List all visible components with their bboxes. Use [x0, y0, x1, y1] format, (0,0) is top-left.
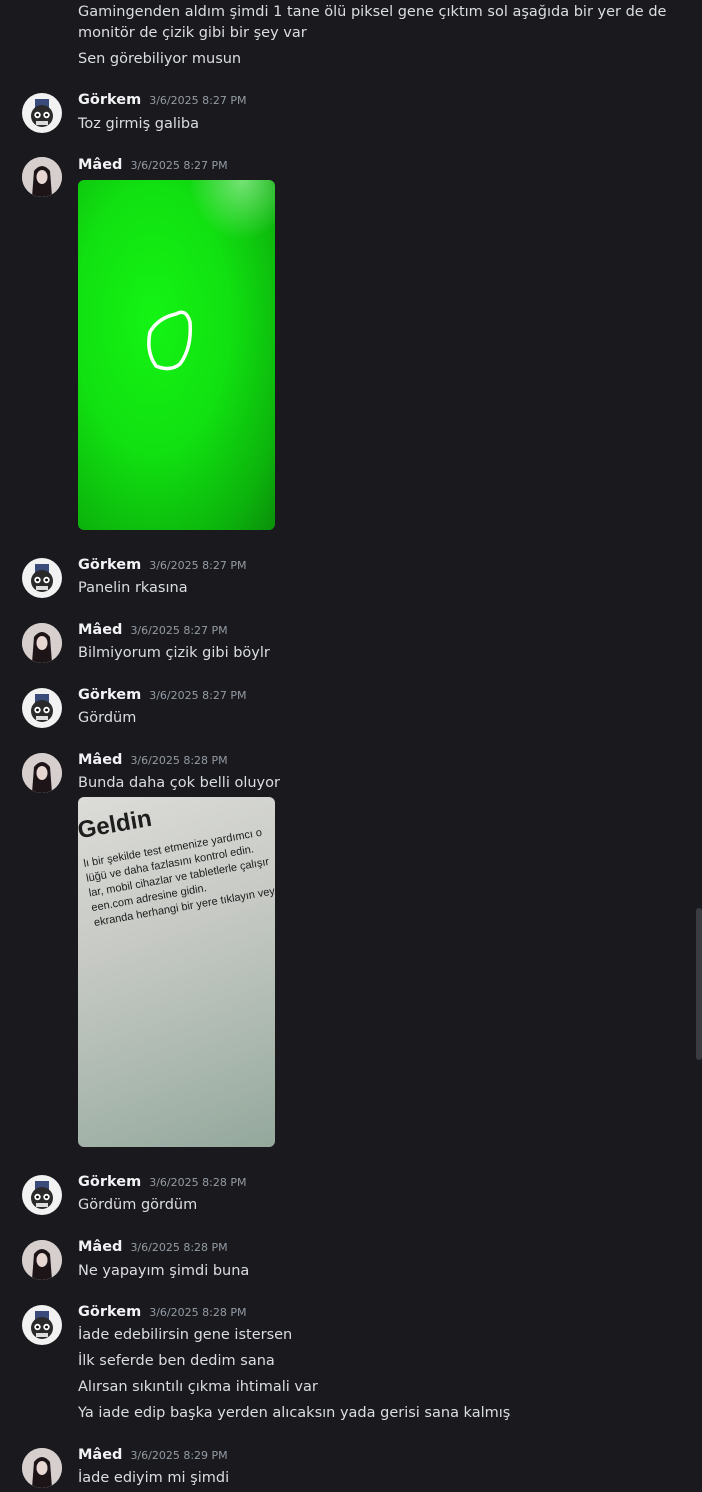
timestamp: 3/6/2025 8:27 PM [149, 559, 247, 572]
timestamp: 3/6/2025 8:29 PM [130, 1449, 228, 1462]
author-name[interactable]: Mâed [78, 1447, 122, 1463]
message-line: Gördüm [78, 710, 137, 726]
monitor-photo-image[interactable]: Geldin lı bir şekilde test etmenize yard… [78, 797, 275, 1147]
skull-avatar-icon [31, 1181, 53, 1209]
timestamp: 3/6/2025 8:28 PM [130, 1241, 228, 1254]
avatar[interactable] [22, 753, 62, 793]
message-header: Görkem 3/6/2025 8:27 PM [78, 557, 246, 577]
avatar[interactable] [22, 623, 62, 663]
girl-avatar-icon [22, 157, 62, 197]
message-line: Sen görebiliyor musun [78, 51, 242, 67]
avatar[interactable] [22, 1305, 62, 1345]
message-line: Ne yapayım şimdi buna [78, 1263, 250, 1279]
timestamp: 3/6/2025 8:28 PM [149, 1306, 247, 1319]
message-line: Panelin rkasına [78, 580, 188, 596]
message-line: İade edebilirsin gene istersen [78, 1327, 293, 1343]
avatar[interactable] [22, 688, 62, 728]
author-name[interactable]: Mâed [78, 622, 122, 638]
avatar[interactable] [22, 558, 62, 598]
message-line: Gördüm gördüm [78, 1197, 198, 1213]
message-line: Alırsan sıkıntılı çıkma ihtimali var [78, 1379, 318, 1395]
message-header: Görkem 3/6/2025 8:27 PM [78, 92, 246, 112]
timestamp: 3/6/2025 8:28 PM [130, 754, 228, 767]
avatar[interactable] [22, 1175, 62, 1215]
author-name[interactable]: Mâed [78, 157, 122, 173]
author-name[interactable]: Görkem [78, 1174, 141, 1190]
message-line: Ya iade edip başka yerden alıcaksın yada… [78, 1405, 511, 1421]
message-header: Mâed 3/6/2025 8:28 PM [78, 752, 228, 772]
girl-avatar-icon [22, 1448, 62, 1488]
girl-avatar-icon [22, 753, 62, 793]
circled-spot-mark [147, 310, 193, 371]
timestamp: 3/6/2025 8:27 PM [130, 159, 228, 172]
timestamp: 3/6/2025 8:27 PM [149, 689, 247, 702]
message-line: İade ediyim mi şimdi [78, 1470, 230, 1486]
message-header: Mâed 3/6/2025 8:27 PM [78, 157, 228, 177]
message-header: Mâed 3/6/2025 8:27 PM [78, 622, 228, 642]
author-name[interactable]: Görkem [78, 687, 141, 703]
message-header: Mâed 3/6/2025 8:29 PM [78, 1447, 228, 1467]
message-header: Görkem 3/6/2025 8:28 PM [78, 1174, 246, 1194]
avatar[interactable] [22, 1448, 62, 1488]
girl-avatar-icon [22, 623, 62, 663]
author-name[interactable]: Görkem [78, 1304, 141, 1320]
avatar[interactable] [22, 1240, 62, 1280]
message-header: Görkem 3/6/2025 8:27 PM [78, 687, 246, 707]
skull-avatar-icon [31, 564, 53, 592]
author-name[interactable]: Görkem [78, 557, 141, 573]
skull-avatar-icon [31, 1311, 53, 1339]
scrollbar-thumb[interactable] [696, 908, 702, 1060]
message-line: Gamingenden aldım şimdi 1 tane ölü pikse… [78, 4, 667, 20]
avatar[interactable] [22, 157, 62, 197]
green-screen-image[interactable] [78, 180, 275, 530]
author-name[interactable]: Mâed [78, 752, 122, 768]
author-name[interactable]: Görkem [78, 92, 141, 108]
message-line: Bilmiyorum çizik gibi böylr [78, 645, 270, 661]
skull-avatar-icon [31, 694, 53, 722]
timestamp: 3/6/2025 8:28 PM [149, 1176, 247, 1189]
message-line: İlk seferde ben dedim sana [78, 1353, 275, 1369]
message-header: Görkem 3/6/2025 8:28 PM [78, 1304, 246, 1324]
skull-avatar-icon [31, 99, 53, 127]
timestamp: 3/6/2025 8:27 PM [130, 624, 228, 637]
message-line: monitör de çizik gibi bir şey var [78, 25, 307, 41]
message-line: Toz girmiş galiba [78, 116, 199, 132]
timestamp: 3/6/2025 8:27 PM [149, 94, 247, 107]
message-line: Bunda daha çok belli oluyor [78, 775, 280, 791]
girl-avatar-icon [22, 1240, 62, 1280]
message-header: Mâed 3/6/2025 8:28 PM [78, 1239, 228, 1259]
author-name[interactable]: Mâed [78, 1239, 122, 1255]
avatar[interactable] [22, 93, 62, 133]
